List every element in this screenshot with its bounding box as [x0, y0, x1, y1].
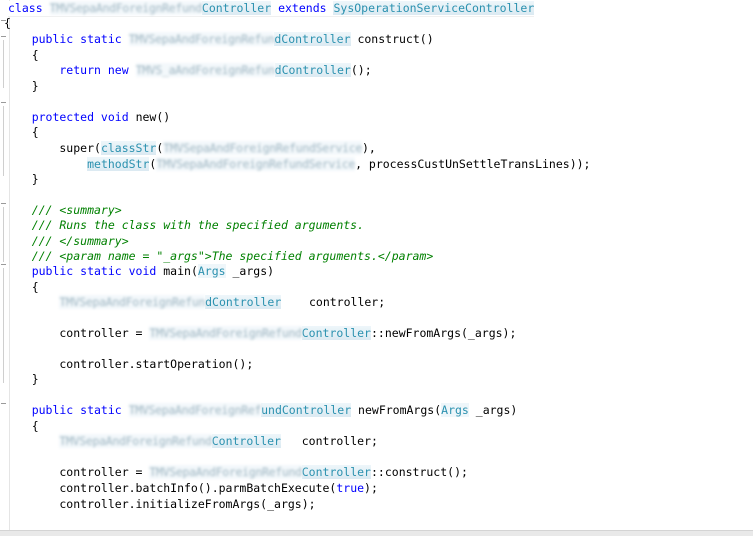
code-token: /// <param name = "_args">The specified … [4, 249, 434, 263]
code-token: TMVSepaAndForeignRefund [149, 465, 302, 479]
code-token: Args [197, 264, 226, 278]
code-token: controller.startOperation(); [4, 357, 254, 371]
code-line[interactable]: controller.initializeFromArgs(_args); [4, 497, 316, 512]
code-token: _args) [468, 403, 518, 417]
code-token: } [4, 79, 39, 93]
code-token: controller = [4, 326, 150, 340]
code-line[interactable]: /// <param name = "_args">The specified … [4, 249, 434, 264]
code-token: ::construct(); [371, 465, 468, 479]
code-line[interactable]: { [4, 16, 11, 31]
code-token: { [4, 48, 39, 62]
code-token: newFromArgs( [351, 403, 442, 417]
code-token: , processCustUnSettleTransLines)); [355, 157, 591, 171]
code-token: protected void [4, 110, 136, 124]
code-token: } [4, 372, 39, 386]
code-token: controller.initializeFromArgs(_args); [4, 497, 316, 511]
code-token: extends [278, 1, 334, 15]
code-token: { [4, 125, 39, 139]
code-token: construct() [350, 32, 434, 46]
code-token: return new [4, 63, 136, 77]
code-line[interactable]: public static TMVSepaAndForeignRefundCon… [4, 403, 517, 418]
code-line[interactable]: public static TMVSepaAndForeignRefundCon… [4, 32, 434, 47]
code-token: dController [274, 63, 351, 77]
code-token: ); [364, 481, 378, 495]
code-token: Controller [301, 326, 371, 340]
code-token: Args [441, 403, 469, 417]
code-token: dController [205, 295, 282, 309]
code-token: TMVS_aAndForeignRefun [135, 63, 275, 77]
code-token: /// <summary> [4, 203, 122, 217]
code-token: super( [4, 141, 101, 155]
code-token: TMVSepaAndForeignRefundService [156, 157, 356, 171]
code-token: public static [4, 32, 129, 46]
code-token: _args) [225, 264, 275, 278]
code-token: ), [361, 141, 376, 155]
code-line[interactable]: { [4, 125, 39, 140]
code-line[interactable]: return new TMVS_aAndForeignRefundControl… [4, 63, 372, 78]
horizontal-scrollbar[interactable] [0, 530, 753, 536]
code-token: { [4, 280, 39, 294]
code-line[interactable]: } [4, 372, 39, 387]
code-line[interactable]: methodStr(TMVSepaAndForeignRefundService… [4, 157, 590, 172]
code-line[interactable]: TMVSepaAndForeignRefundController contro… [4, 295, 385, 310]
code-token: undController [261, 403, 352, 417]
code-token: TMVSepaAndForeignRefundService [163, 141, 362, 155]
code-token: TMVSepaAndForeignRefund [59, 434, 212, 448]
code-token: classStr [100, 141, 157, 155]
code-token: } [4, 172, 39, 186]
code-editor[interactable]: class TMVSepaAndForeignRefundController … [0, 0, 753, 536]
code-token: TMVSepaAndForeignRefund [149, 326, 302, 340]
code-token: (); [350, 63, 372, 77]
fold-marker[interactable] [1, 102, 6, 103]
code-token: public static [4, 403, 129, 417]
code-line[interactable]: TMVSepaAndForeignRefundController contro… [4, 434, 378, 449]
code-line[interactable]: /// </summary> [4, 234, 129, 249]
code-token: methodStr [87, 157, 150, 171]
code-line[interactable]: class TMVSepaAndForeignRefundController … [8, 1, 535, 17]
code-line[interactable]: { [4, 48, 39, 63]
code-line[interactable]: protected void new() [4, 110, 171, 125]
code-token: controller; [280, 434, 378, 448]
code-token: public static void [4, 264, 164, 278]
code-line[interactable]: { [4, 419, 39, 434]
code-token: new() [135, 110, 171, 124]
code-line[interactable]: super(classStr(TMVSepaAndForeignRefundSe… [4, 141, 376, 156]
code-token: controller.batchInfo().parmBatchExecute( [4, 481, 337, 495]
code-token: ::newFromArgs(_args); [371, 326, 517, 340]
code-line[interactable]: controller.batchInfo().parmBatchExecute(… [4, 481, 378, 496]
code-token: Controller [301, 465, 371, 479]
code-line[interactable]: { [4, 280, 39, 295]
code-line[interactable]: controller = TMVSepaAndForeignRefundCont… [4, 326, 516, 341]
code-token: { [4, 16, 11, 30]
code-line[interactable]: } [4, 79, 39, 94]
code-token: TMVSepaAndForeignRef [128, 403, 262, 417]
code-token: TMVSepaAndForeignRefun [59, 295, 206, 309]
code-token: dController [274, 32, 351, 46]
code-token: Controller [211, 434, 281, 448]
code-token: SysOperationServiceController [333, 1, 535, 15]
code-line[interactable]: public static void main(Args _args) [4, 264, 274, 279]
code-token: controller; [281, 295, 386, 309]
code-token: main( [163, 264, 198, 278]
code-line[interactable]: /// <summary> [4, 203, 122, 218]
code-line[interactable]: } [4, 172, 39, 187]
code-token: TMVSepaAndForeignRefun [128, 32, 275, 46]
code-token: true [336, 481, 365, 495]
code-token: controller = [4, 465, 150, 479]
code-token: /// </summary> [4, 234, 129, 248]
code-line[interactable]: controller = TMVSepaAndForeignRefundCont… [4, 465, 468, 480]
code-line[interactable]: controller.startOperation(); [4, 357, 253, 372]
code-token: TMVSepaAndForeignRefund [49, 1, 202, 15]
code-line[interactable]: /// Runs the class with the specified ar… [4, 218, 364, 233]
code-token: { [4, 419, 39, 433]
code-token: class [8, 1, 50, 15]
code-token: Controller [201, 1, 272, 15]
code-token: /// Runs the class with the specified ar… [4, 218, 365, 232]
